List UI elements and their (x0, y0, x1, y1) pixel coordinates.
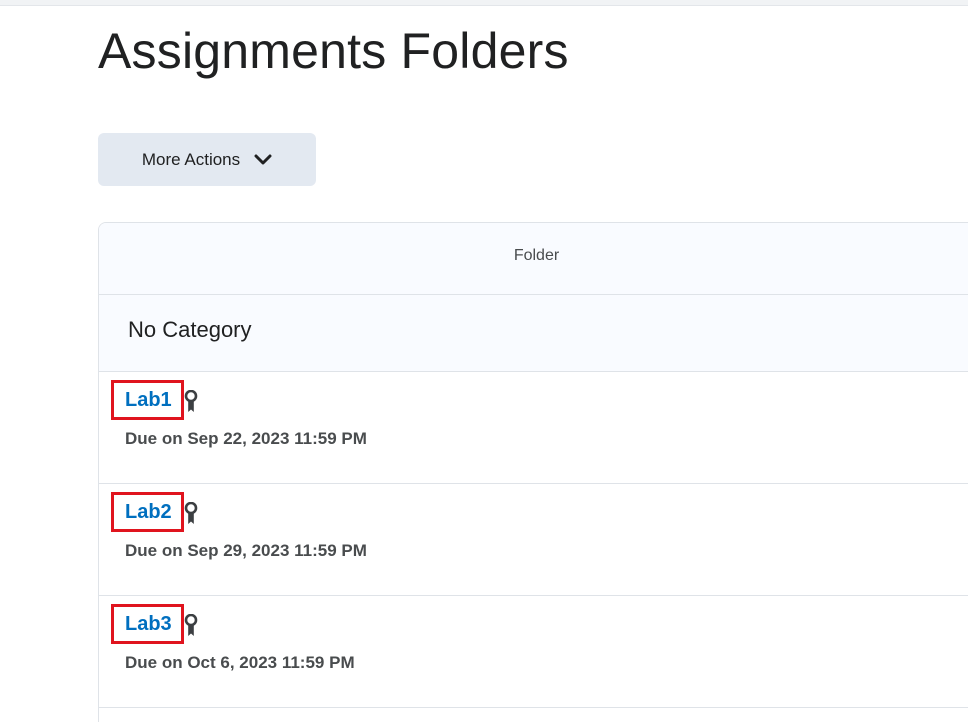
award-ribbon-icon (184, 501, 198, 531)
highlight-box: Lab3 (111, 604, 184, 644)
award-ribbon-icon (184, 613, 198, 643)
page-title: Assignments Folders (98, 23, 569, 79)
folder-link-lab1[interactable]: Lab1 (125, 389, 172, 412)
top-border (0, 0, 968, 6)
table-row: Lab2 Due on Sep 29, 2023 11:59 PM (99, 484, 968, 596)
highlight-box: Lab2 (111, 492, 184, 532)
more-actions-button[interactable]: More Actions (98, 133, 316, 186)
table-row: Lab3 Due on Oct 6, 2023 11:59 PM (99, 596, 968, 708)
folder-link-lab2[interactable]: Lab2 (125, 501, 172, 524)
folder-link-lab3[interactable]: Lab3 (125, 613, 172, 636)
table-row: Lab1 Due on Sep 22, 2023 11:59 PM (99, 372, 968, 484)
category-label: No Category (128, 317, 252, 342)
folders-table: Folder No Category Lab1 Due on Sep 22, 2… (98, 222, 968, 722)
more-actions-label: More Actions (141, 149, 241, 169)
table-header: Folder (99, 223, 968, 295)
award-ribbon-icon (184, 389, 198, 419)
chevron-down-icon (254, 154, 272, 166)
category-row: No Category (99, 295, 968, 372)
due-date: Due on Sep 29, 2023 11:59 PM (125, 541, 367, 560)
due-date: Due on Oct 6, 2023 11:59 PM (125, 653, 355, 672)
due-date: Due on Sep 22, 2023 11:59 PM (125, 429, 367, 448)
column-header-folder[interactable]: Folder (99, 247, 968, 265)
highlight-box: Lab1 (111, 380, 184, 420)
